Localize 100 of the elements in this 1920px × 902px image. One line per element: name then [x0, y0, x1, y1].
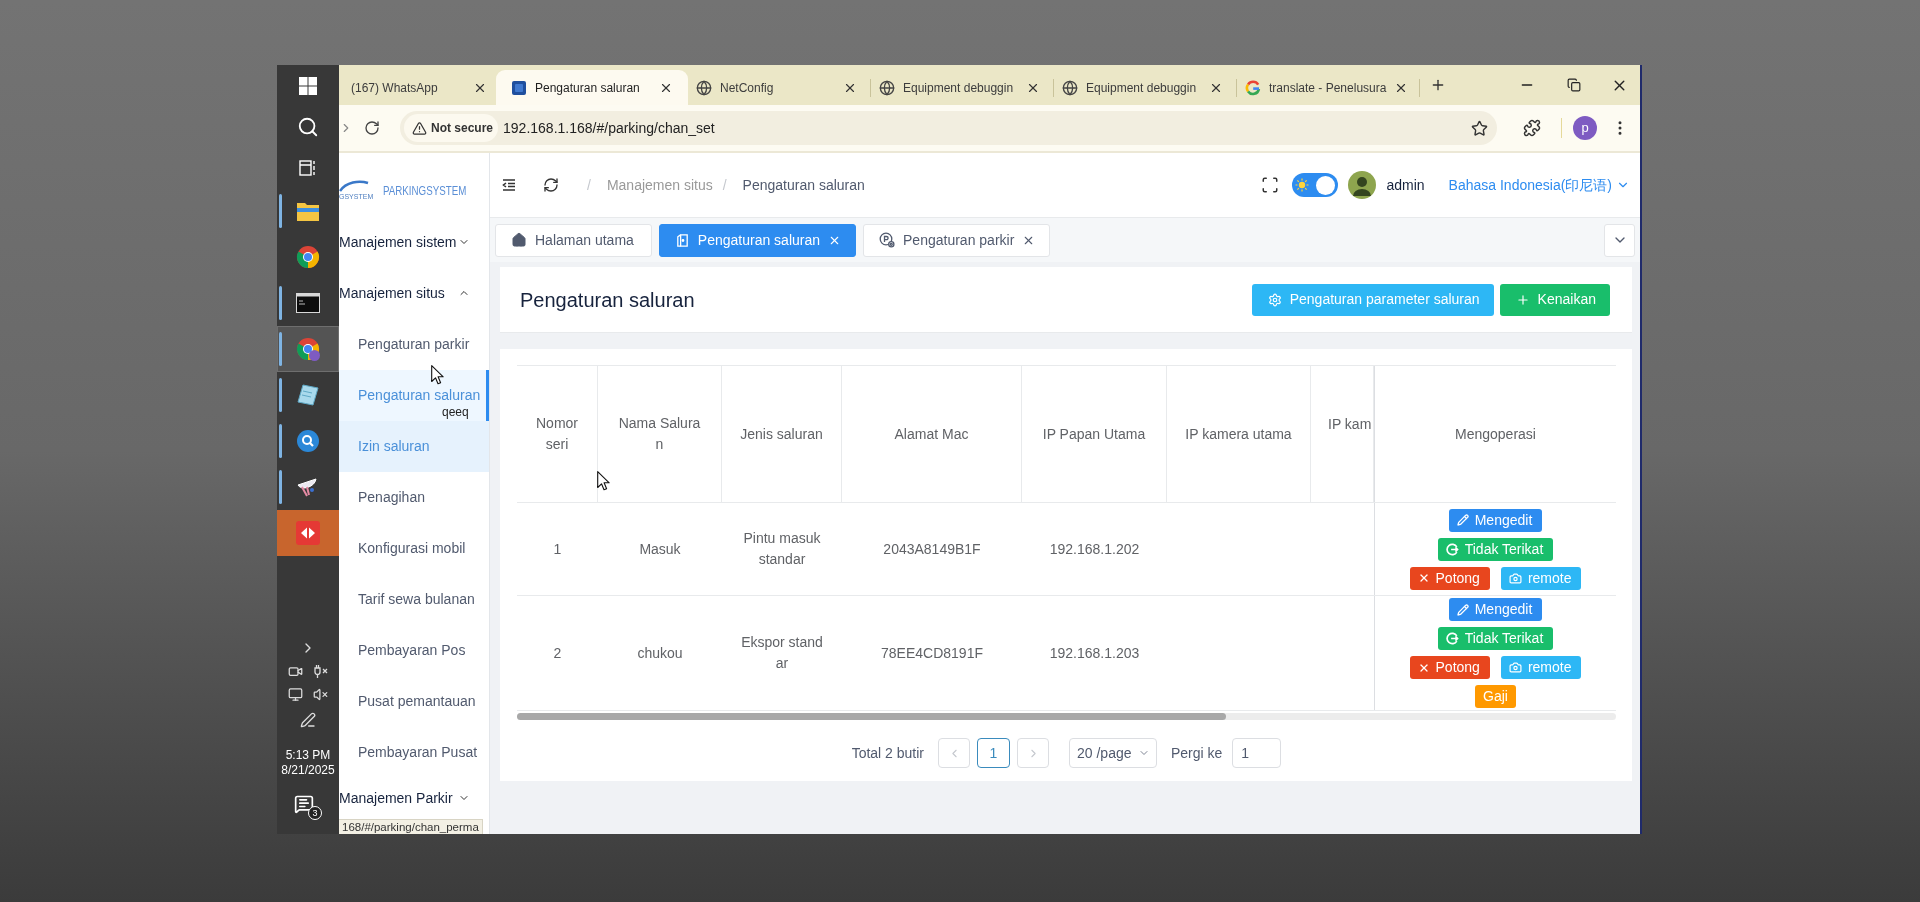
page-tab[interactable]: Pengaturan parkir — [863, 223, 1051, 257]
avatar-icon[interactable] — [1348, 171, 1377, 199]
breadcrumb-separator: / — [587, 175, 591, 195]
column-header: IP kam — [1311, 366, 1374, 502]
table-cell-text: chukou — [636, 643, 684, 663]
door-icon — [674, 232, 690, 248]
bookmark-star-icon[interactable] — [1471, 119, 1488, 137]
browser-tab[interactable]: (167) WhatsApp — [339, 70, 496, 105]
home-icon — [511, 232, 527, 248]
browser-tab[interactable]: translate - Penelusura — [1237, 70, 1420, 105]
task-view-icon — [299, 158, 317, 177]
sun-icon — [1295, 178, 1310, 192]
pencil-icon — [1456, 603, 1469, 616]
menu-group[interactable]: Manajemen Parkir — [339, 778, 489, 818]
total-count: Total 2 butir — [851, 743, 924, 763]
menu-group[interactable]: Manajemen situs — [339, 267, 489, 319]
table-cell-text: 1 — [552, 539, 563, 559]
browser-icon — [296, 245, 320, 269]
language-dropdown[interactable]: Bahasa Indonesia(印尼语) — [1448, 174, 1630, 196]
clock-date: 8/21/2025 — [281, 763, 335, 778]
selection-bar — [486, 370, 489, 421]
goto-label: Pergi ke — [1171, 743, 1223, 763]
menu-item[interactable]: Penagihan — [339, 472, 489, 523]
satellite-dish-icon — [296, 475, 320, 499]
table-cell-text: 2043A8149B1F — [883, 539, 981, 559]
page-tab[interactable]: Halaman utama — [495, 223, 652, 257]
table-cell-text: 192.168.1.203 — [1049, 643, 1140, 663]
page-title: Pengaturan saluran — [520, 287, 695, 313]
remote-app-icon — [296, 521, 320, 545]
cut-button[interactable]: Potong — [1409, 656, 1490, 679]
page-button[interactable]: 1 — [977, 738, 1010, 768]
message-icon — [294, 794, 314, 814]
column-header: IP Papan Utama — [1022, 366, 1167, 502]
plus-icon — [1515, 292, 1530, 307]
clock-time: 5:13 PM — [285, 748, 331, 763]
pencil-icon — [1456, 514, 1469, 526]
breadcrumb-item: Pengaturan saluran — [742, 175, 865, 195]
browser-tab[interactable]: Equipment debuggin — [871, 70, 1054, 105]
menu-item[interactable]: Pembayaran Pusat — [339, 727, 489, 778]
breadcrumb-separator: / — [722, 175, 727, 195]
cut-button[interactable]: Potong — [1409, 566, 1490, 590]
notepad-icon — [296, 383, 320, 407]
status-url-bubble: 168/#/parking/chan_perma — [339, 819, 483, 834]
reload-icon[interactable] — [364, 120, 380, 136]
menu-item[interactable]: Konfigurasi mobil — [339, 523, 489, 574]
column-header: IP kamera utama — [1167, 366, 1311, 502]
profile-avatar[interactable]: p — [1573, 116, 1597, 140]
square-favicon-icon — [511, 79, 527, 96]
menu-item[interactable]: Pembayaran Pos — [339, 625, 489, 676]
globe-icon — [1062, 79, 1078, 96]
theme-switch[interactable] — [1292, 173, 1339, 197]
user-name: admin — [1386, 175, 1425, 195]
table-cell-text: Pintu masuk standar — [742, 529, 822, 569]
logo-text: PARKINGSYSTEM — [383, 182, 467, 198]
extensions-icon[interactable] — [1523, 119, 1541, 137]
monitor-icon[interactable] — [288, 687, 303, 702]
warning-icon — [412, 120, 427, 136]
folder-icon — [296, 200, 320, 222]
pen-icon[interactable] — [300, 712, 316, 728]
settings-icon — [1267, 292, 1282, 307]
column-header: Alamat Mac — [842, 366, 1022, 502]
muted-speaker-icon[interactable] — [313, 687, 328, 702]
fullscreen-icon[interactable] — [1261, 176, 1280, 194]
menu-group[interactable]: Manajemen sistem — [339, 217, 489, 267]
webcam-icon[interactable] — [287, 664, 303, 679]
browser-tab[interactable]: Equipment debuggin — [1054, 70, 1237, 105]
start-icon — [299, 76, 317, 95]
notification-count: 3 — [308, 806, 322, 820]
url-text: 192.168.1.168/#/parking/chan_set — [503, 118, 715, 138]
tooltip-text: qeeq — [442, 406, 469, 419]
page-number-input[interactable]: 1 — [1232, 738, 1282, 768]
browser-tab[interactable]: NetConfig — [688, 70, 871, 105]
page-size-select[interactable]: 20 /page — [1069, 738, 1157, 768]
circle-arrow-icon — [1445, 632, 1459, 645]
terminal-icon — [296, 293, 320, 313]
search-icon — [297, 115, 319, 138]
notification-button[interactable]: 3 — [294, 794, 322, 820]
menu-item[interactable]: Pengaturan parkir — [339, 319, 489, 370]
table-cell-text: Masuk — [638, 539, 682, 559]
globe-icon — [696, 79, 712, 96]
restore-icon[interactable] — [1567, 78, 1581, 92]
globe-icon — [879, 79, 895, 96]
browser-tab[interactable]: Pengaturan saluran — [496, 70, 688, 105]
swoosh-logo-icon — [339, 179, 369, 192]
table-cell-text: Ekspor standar — [740, 633, 824, 673]
new-tab-icon[interactable] — [1430, 77, 1446, 93]
column-header: Mengoperasi — [1374, 366, 1616, 502]
menu-item[interactable]: Tarif sewa bulanan — [339, 574, 489, 625]
camera-icon — [1508, 571, 1522, 585]
security-chip[interactable]: Not secure — [404, 114, 499, 142]
collapse-menu-icon[interactable] — [501, 177, 517, 193]
g-logo-icon — [1245, 79, 1261, 96]
table-cell-text: 78EE4CD8191F — [881, 643, 983, 663]
camera-icon — [1508, 661, 1522, 674]
menu-item[interactable]: Pusat pemantauan — [339, 676, 489, 727]
address-bar[interactable]: Not secure 192.168.1.168/#/parking/chan_set — [400, 111, 1497, 145]
refresh-icon[interactable] — [543, 177, 559, 193]
table-cell-text: 192.168.1.202 — [1049, 539, 1140, 559]
unplugged-icon[interactable] — [312, 664, 329, 679]
circle-arrow-icon — [1445, 542, 1459, 556]
